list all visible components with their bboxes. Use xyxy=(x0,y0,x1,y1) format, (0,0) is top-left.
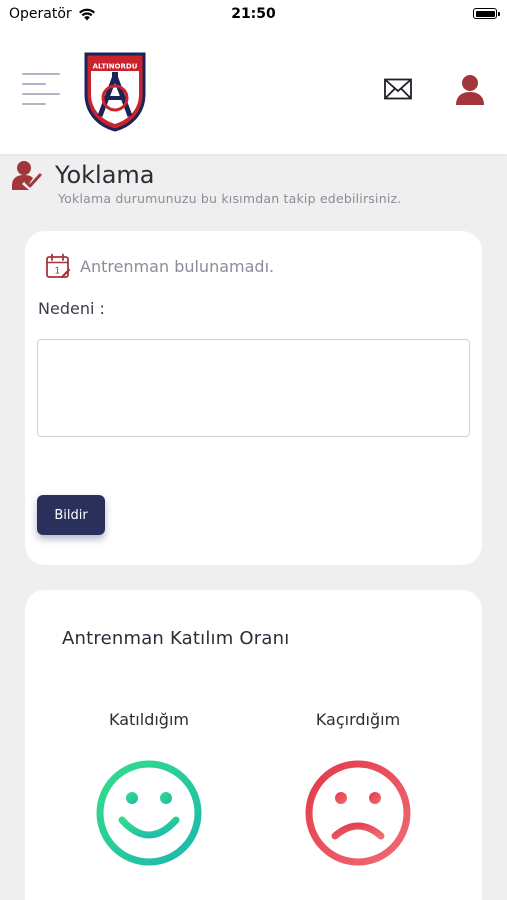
calendar-icon: 1 xyxy=(46,253,71,279)
stats-title: Antrenman Katılım Oranı xyxy=(62,628,290,649)
page-subtitle: Yoklama durumunuzu bu kısımdan takip ede… xyxy=(58,191,402,206)
team-logo-text: ALTINORDU xyxy=(93,63,138,71)
attendance-stats-card: Antrenman Katılım Oranı Katıldığım Kaçır… xyxy=(25,590,482,900)
attended-stat: Katıldığım xyxy=(74,708,224,868)
battery-icon xyxy=(473,8,500,19)
missed-label: Kaçırdığım xyxy=(315,710,401,729)
reason-label: Nedeni : xyxy=(38,299,105,318)
no-training-notice: 1 Antrenman bulunamadı. xyxy=(45,253,274,279)
page-title: Yoklama xyxy=(55,161,155,189)
reason-input[interactable] xyxy=(37,339,470,437)
missed-stat: Kaçırdığım xyxy=(283,708,433,868)
team-logo: ALTINORDU xyxy=(84,52,146,132)
user-check-icon xyxy=(12,161,42,190)
attended-label: Katıldığım xyxy=(109,710,189,729)
report-button[interactable]: Bildir xyxy=(37,495,105,535)
attendance-screen: Operatör 21:50 ALTINORDU Yoklama Yoklama… xyxy=(0,0,507,900)
no-training-text: Antrenman bulunamadı. xyxy=(80,256,275,276)
status-bar: Operatör 21:50 xyxy=(0,0,507,30)
page-header: Yoklama Yoklama durumunuzu bu kısımdan t… xyxy=(12,160,492,210)
svg-text:1: 1 xyxy=(55,267,61,277)
smiley-face-icon xyxy=(96,760,202,866)
mail-icon[interactable] xyxy=(384,78,412,100)
app-header: ALTINORDU xyxy=(0,30,507,154)
attendance-card: 1 Antrenman bulunamadı. Nedeni : Bildir xyxy=(25,231,482,565)
sad-face-icon xyxy=(305,760,411,866)
user-icon[interactable] xyxy=(455,74,485,106)
status-time: 21:50 xyxy=(231,6,276,22)
menu-button[interactable] xyxy=(22,70,62,110)
